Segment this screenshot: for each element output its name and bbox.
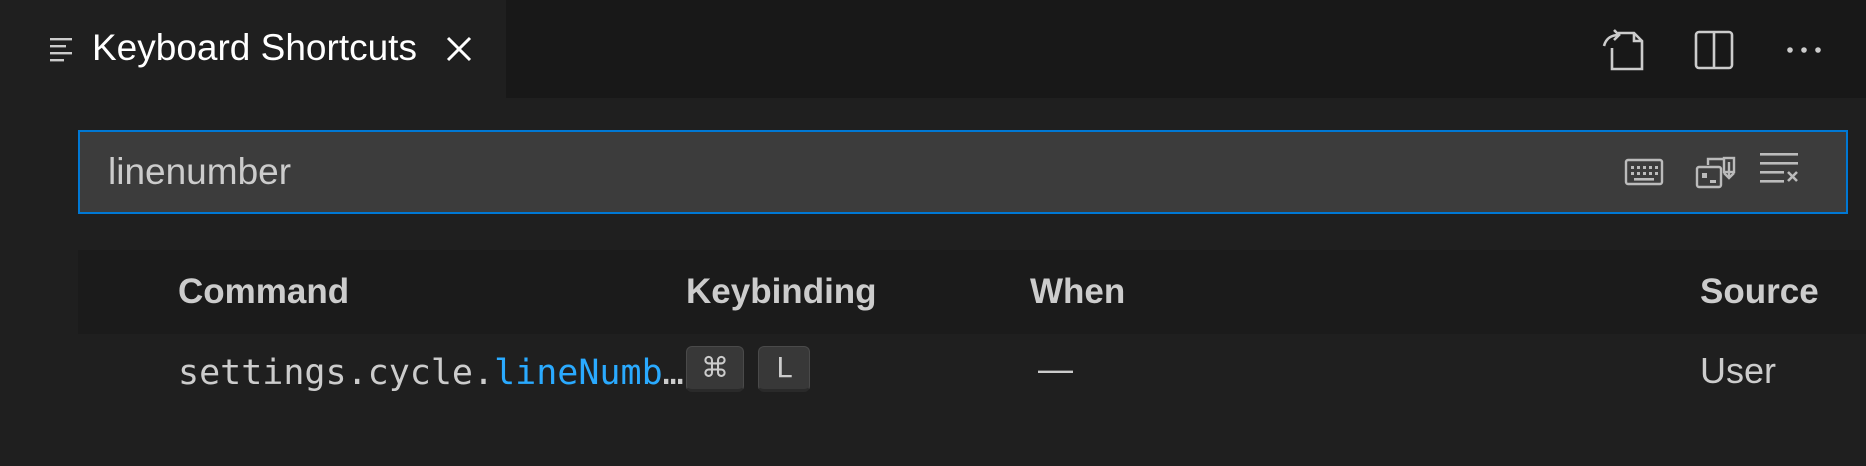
record-keys-icon (1695, 156, 1736, 189)
column-header-command[interactable]: Command (178, 272, 349, 312)
command-id: settings.cycle.lineNumb… (178, 352, 742, 394)
column-header-when[interactable]: When (1030, 272, 1125, 312)
split-editor-button[interactable] (1688, 24, 1740, 76)
open-file-icon (1602, 29, 1644, 71)
keybinding-key-l: L (758, 346, 810, 392)
when-clause: — (1038, 350, 1073, 389)
column-header-source[interactable]: Source (1700, 272, 1819, 312)
search-input[interactable] (108, 146, 1608, 198)
open-keyboard-shortcuts-json-button[interactable] (1598, 24, 1650, 76)
command-prefix: settings.cycle. (178, 353, 495, 393)
more-ellipsis-icon (1787, 47, 1821, 53)
keybindings-search-box (78, 130, 1848, 214)
command-ellipsis: … (662, 353, 684, 393)
tab-keyboard-shortcuts[interactable]: Keyboard Shortcuts (0, 0, 506, 98)
keybinding-key-cmd: ⌘ (686, 346, 744, 392)
keybindings-table-header: Command Keybinding When Source (78, 250, 1866, 334)
editor-title-bar: Keyboard Shortcuts (0, 0, 1866, 98)
clear-search-icon (1760, 153, 1798, 183)
column-header-keybinding[interactable]: Keybinding (686, 272, 877, 312)
more-actions-button[interactable] (1778, 24, 1830, 76)
split-editor-icon (1694, 30, 1734, 70)
clear-search-button[interactable] (1756, 146, 1804, 190)
command-match-highlight: lineNumb (494, 353, 663, 393)
record-keys-button[interactable] (1692, 150, 1740, 194)
keyboard-icon (1624, 158, 1664, 186)
show-keybindings-toggle[interactable] (1620, 150, 1668, 194)
tab-title: Keyboard Shortcuts (92, 27, 417, 68)
list-lines-icon (50, 38, 72, 62)
close-icon[interactable] (442, 32, 476, 66)
table-row[interactable]: settings.cycle.lineNumb… ⌘ L — User (78, 334, 1866, 410)
source-value: User (1700, 350, 1777, 391)
